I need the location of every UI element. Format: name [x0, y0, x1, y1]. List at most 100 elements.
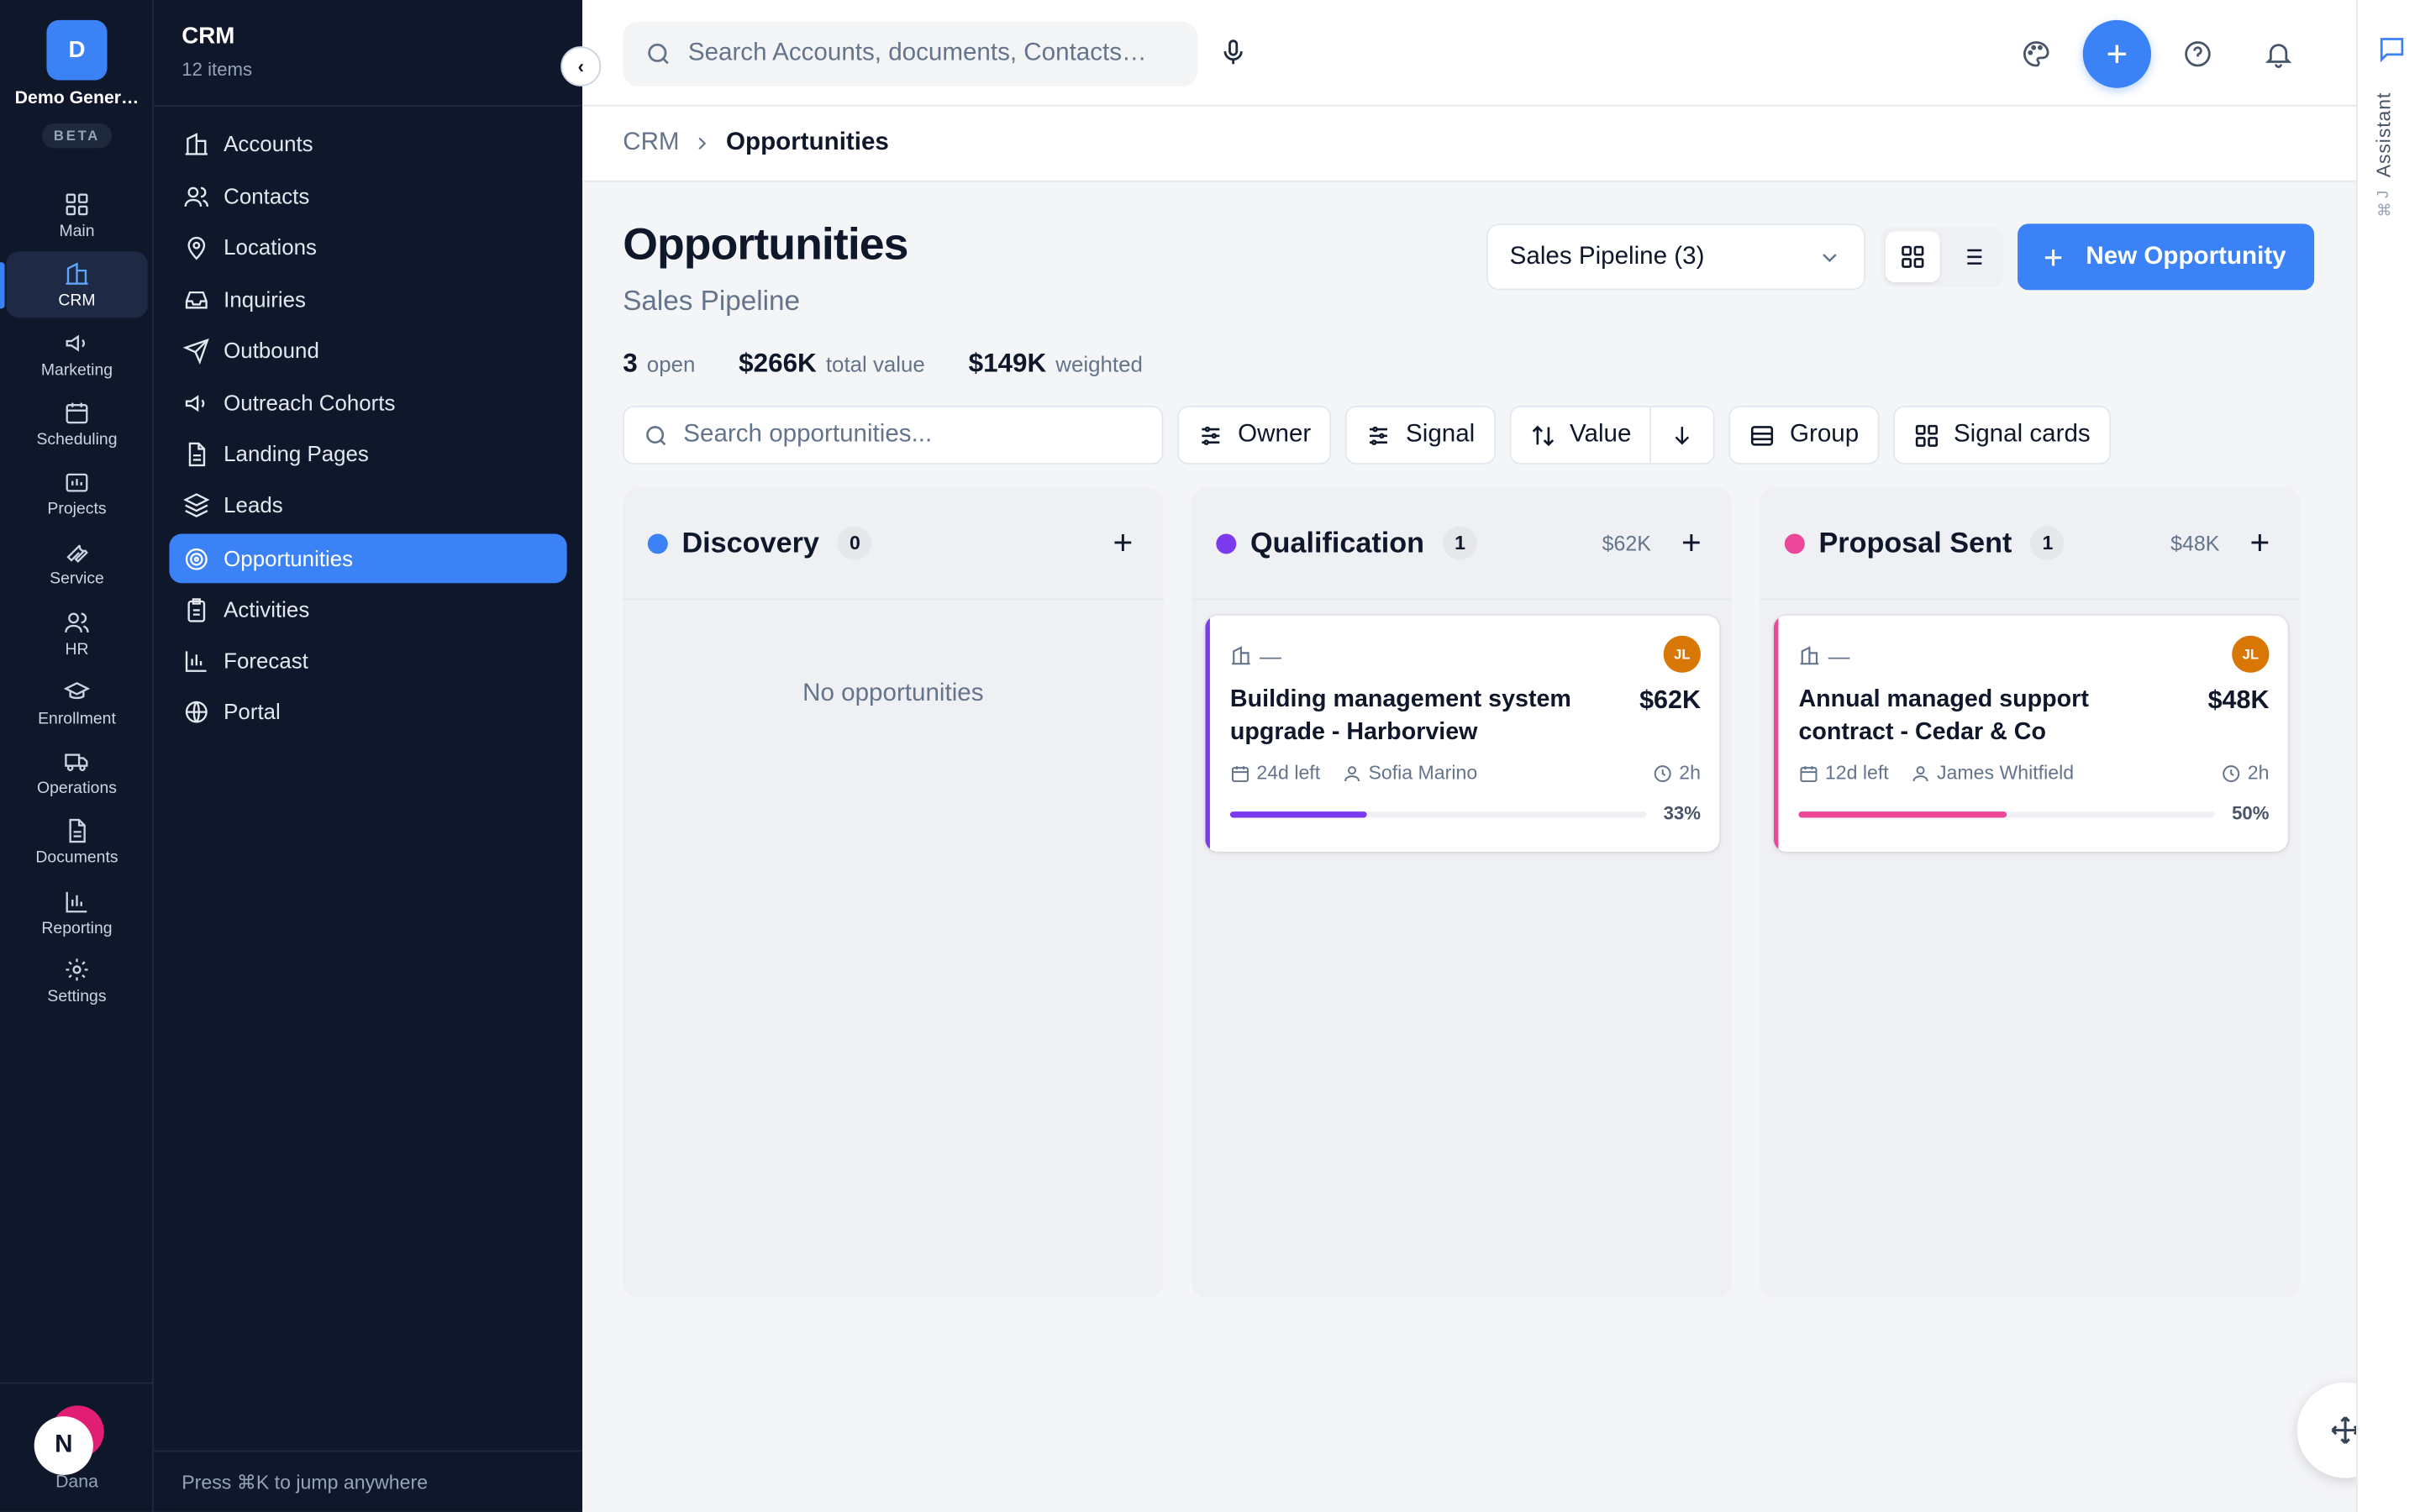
rail-label: Service [50, 568, 104, 587]
inbox-icon [185, 291, 208, 308]
add-opportunity-button[interactable]: + [1676, 525, 1707, 559]
rail-item-reporting[interactable]: Reporting [6, 879, 147, 946]
rail-item-marketing[interactable]: Marketing [6, 321, 147, 387]
card-account: — [1798, 643, 1849, 668]
sidebar-item-accounts[interactable]: Accounts [169, 118, 566, 168]
card-meta: 24d left Sofia Marino 2h [1230, 762, 1701, 784]
card-contact-name: Sofia Marino [1368, 762, 1478, 785]
breadcrumb: CRM Opportunities [582, 106, 2357, 182]
stage-dot [1784, 533, 1805, 554]
progress-fill [1798, 811, 2007, 818]
sort-direction-button[interactable] [1651, 407, 1713, 463]
card-value: $62K [1639, 686, 1701, 715]
board-view-button[interactable] [1885, 231, 1940, 283]
group-button[interactable]: Group [1728, 406, 1880, 465]
microphone-icon[interactable] [1219, 35, 1247, 77]
workspace-name[interactable]: Demo Gener… [0, 90, 154, 108]
signal-filter-button[interactable]: Signal [1344, 406, 1496, 465]
collapse-sidebar-button[interactable]: ‹ [560, 46, 602, 87]
global-search[interactable] [623, 21, 1198, 87]
rail-item-projects[interactable]: Projects [6, 459, 147, 526]
owner-avatar[interactable]: JL [2232, 635, 2270, 673]
sidebar-item-forecast[interactable]: Forecast [169, 636, 566, 685]
sidebar-item-outbound[interactable]: Outbound [169, 326, 566, 375]
palette-icon[interactable] [2019, 37, 2054, 71]
rail-label: Operations [37, 778, 117, 797]
sidebar-item-leads[interactable]: Leads [169, 480, 566, 529]
send-icon [183, 338, 209, 364]
sidebar-item-outreach-cohorts[interactable]: Outreach Cohorts [169, 378, 566, 428]
card-accent [1205, 615, 1210, 852]
rail-item-crm[interactable]: CRM [6, 251, 148, 318]
plus-icon [2107, 45, 2127, 63]
help-icon[interactable] [2181, 37, 2215, 71]
building-icon [66, 261, 88, 284]
opportunity-card[interactable]: — JL Annual managed support contract - C… [1773, 615, 2288, 852]
rail-item-scheduling[interactable]: Scheduling [6, 391, 147, 457]
search-icon [646, 425, 666, 445]
add-opportunity-button[interactable]: + [2244, 525, 2275, 559]
rail-item-enrollment[interactable]: Enrollment [6, 669, 147, 736]
bell-icon[interactable] [2261, 37, 2296, 71]
stage-dot [1216, 533, 1237, 554]
column-count: 1 [2030, 526, 2065, 560]
card-due-text: 24d left [1256, 762, 1321, 785]
rail-item-operations[interactable]: Operations [6, 739, 147, 806]
user-avatar[interactable]: N [34, 1416, 93, 1475]
rail-item-documents[interactable]: Documents [6, 808, 147, 874]
pipeline-select[interactable]: Sales Pipeline (3) [1486, 223, 1865, 291]
owner-filter-button[interactable]: Owner [1177, 406, 1332, 465]
quick-create-button[interactable] [2082, 19, 2152, 88]
new-opportunity-label: New Opportunity [2086, 243, 2286, 270]
card-contact-name: James Whitfield [1936, 762, 2075, 785]
opportunity-card[interactable]: — JL Building management system upgrade … [1205, 615, 1720, 852]
rail-item-service[interactable]: Service [6, 529, 147, 596]
sidebar-item-opportunities[interactable]: Opportunities [169, 533, 567, 584]
sidebar-subtitle: 12 items [182, 58, 253, 81]
sidebar-item-activities[interactable]: Activities [169, 585, 566, 634]
sidebar-item-portal[interactable]: Portal [169, 686, 566, 736]
sidebar-item-inquiries[interactable]: Inquiries [169, 275, 566, 324]
divider [153, 104, 583, 107]
sidebar-item-label: Locations [224, 234, 317, 260]
owner-avatar[interactable]: JL [1663, 635, 1701, 673]
arrow-down-icon [1676, 427, 1690, 445]
assistant-panel-toggle[interactable]: ⌘J Assistant [2356, 0, 2420, 1512]
column-title: Proposal Sent [1818, 526, 2012, 559]
rail-item-hr[interactable]: HR [6, 600, 147, 666]
megaphone-icon [185, 394, 205, 412]
signal-cards-button[interactable]: Signal cards [1892, 406, 2111, 465]
breadcrumb-current: Opportunities [726, 129, 889, 156]
sidebar-item-locations[interactable]: Locations [169, 222, 566, 271]
add-opportunity-button[interactable]: + [1107, 525, 1139, 559]
view-toggle [1881, 226, 2004, 287]
bar-chart-icon [185, 650, 207, 671]
open-count: 3 [623, 349, 638, 378]
rail-label: Reporting [41, 918, 113, 937]
sidebar-item-landing-pages[interactable]: Landing Pages [169, 429, 566, 479]
card-meta: 12d left James Whitfield 2h [1798, 762, 2270, 785]
opportunity-search-input[interactable] [683, 421, 1150, 449]
rail-label: Scheduling [36, 429, 118, 449]
card-value: $48K [2207, 686, 2270, 715]
owner-filter-label: Owner [1238, 421, 1312, 448]
workspace-logo[interactable]: D [46, 19, 108, 81]
chevron-left-icon: ‹ [577, 55, 584, 77]
column-header: Proposal Sent 1 $48K + [1760, 487, 2301, 601]
open-label: open [646, 351, 696, 377]
opportunity-search[interactable] [623, 406, 1164, 465]
rail-item-main[interactable]: Main [6, 182, 147, 249]
pipeline-stats: 3 open $266K total value $149K weighted [623, 349, 1143, 380]
rail-item-settings[interactable]: Settings [6, 948, 147, 1014]
list-view-button[interactable] [1944, 232, 1999, 283]
sidebar-item-label: Outreach Cohorts [224, 390, 396, 416]
calendar-icon [66, 402, 88, 423]
sort-field-button[interactable]: Value [1511, 407, 1652, 464]
assistant-text: Assistant [2373, 92, 2396, 178]
breadcrumb-crm[interactable]: CRM [623, 129, 679, 157]
global-search-input[interactable] [687, 39, 1155, 68]
sidebar-item-contacts[interactable]: Contacts [169, 171, 566, 221]
rail-label: Projects [47, 499, 107, 518]
calendar-icon [1231, 765, 1249, 782]
new-opportunity-button[interactable]: New Opportunity [2018, 223, 2315, 291]
